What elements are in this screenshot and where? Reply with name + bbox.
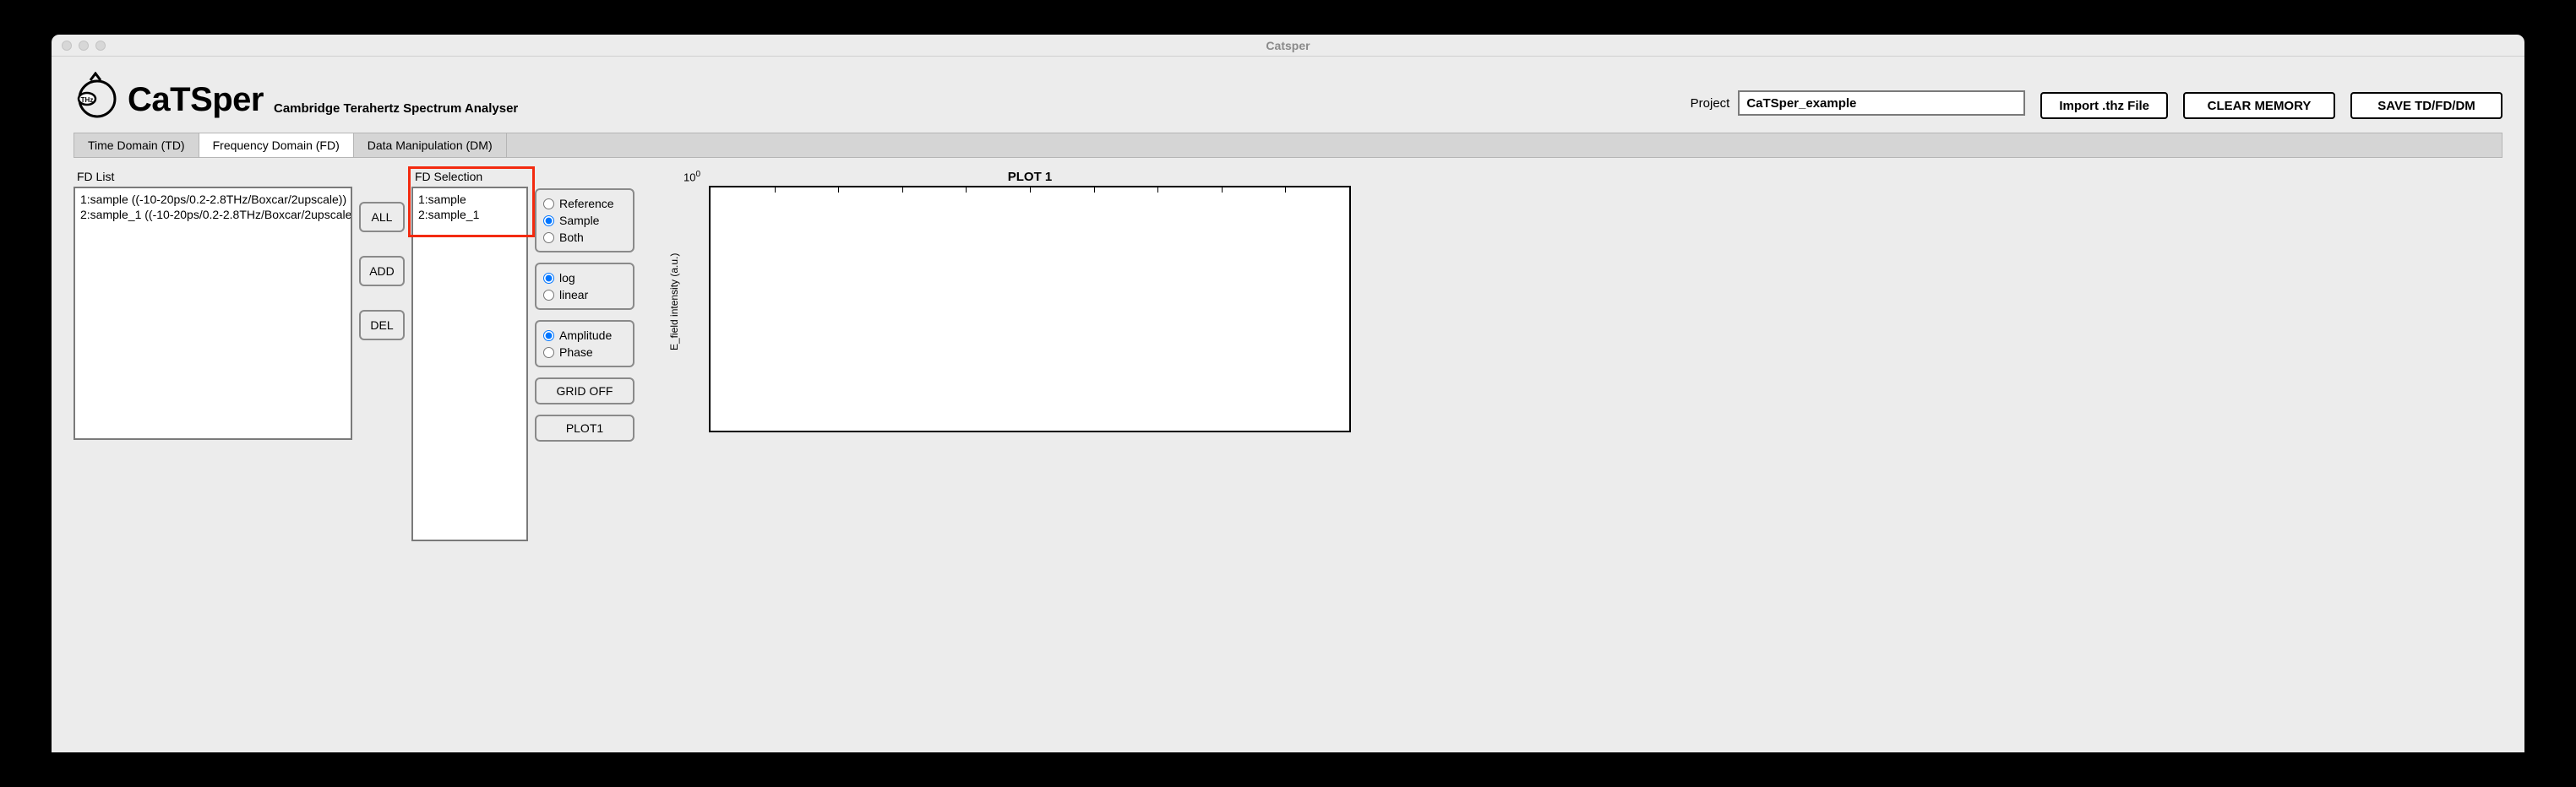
plot1-button[interactable]: PLOT1 xyxy=(535,415,634,442)
fd-selection-box[interactable]: 1:sample 2:sample_1 xyxy=(411,187,528,541)
plot1-ylabel: E_field intensity (a.u.) xyxy=(667,187,680,415)
plot1-ytick: 100 xyxy=(683,170,700,183)
project-label: Project xyxy=(1691,96,1730,111)
fd-list-box[interactable]: 1:sample ((-10-20ps/0.2-2.8THz/Boxcar/2u… xyxy=(74,187,352,440)
list-item[interactable]: 1:sample xyxy=(417,192,523,207)
radio-phase[interactable]: Phase xyxy=(543,344,626,361)
plot1-title: PLOT 1 xyxy=(1008,170,1053,184)
window-title: Catsper xyxy=(1266,39,1310,52)
plot1-top-ticks xyxy=(711,187,1349,194)
domain-tabs: Time Domain (TD) Frequency Domain (FD) D… xyxy=(74,133,2502,158)
svg-text:THz: THz xyxy=(81,96,94,104)
list-item[interactable]: 2:sample_1 ((-10-20ps/0.2-2.8THz/Boxcar/… xyxy=(79,207,347,222)
all-button[interactable]: ALL xyxy=(359,202,405,232)
clear-memory-button[interactable]: CLEAR MEMORY xyxy=(2183,92,2335,119)
fd-list-column: FD List 1:sample ((-10-20ps/0.2-2.8THz/B… xyxy=(74,170,352,440)
app-window: Catsper THz CaTSper Cambridge Terahertz … xyxy=(51,34,2525,753)
del-button[interactable]: DEL xyxy=(359,310,405,340)
titlebar: Catsper xyxy=(52,35,2524,57)
radio-both[interactable]: Both xyxy=(543,229,626,246)
grid-toggle-button[interactable]: GRID OFF xyxy=(535,377,634,404)
traffic-lights xyxy=(52,41,106,51)
add-button[interactable]: ADD xyxy=(359,256,405,286)
fd-list-buttons: ALL ADD DEL xyxy=(359,170,405,340)
list-item[interactable]: 1:sample ((-10-20ps/0.2-2.8THz/Boxcar/2u… xyxy=(79,192,347,207)
header: THz CaTSper Cambridge Terahertz Spectrum… xyxy=(52,57,2524,119)
yaxis-radio-group: Amplitude Phase xyxy=(535,320,634,367)
scale-radio-group: log linear xyxy=(535,263,634,310)
plot1-col: PLOT 1 xyxy=(709,170,1351,432)
project-input[interactable] xyxy=(1738,90,2025,116)
app-name: CaTSper xyxy=(128,81,264,119)
project-row: Project xyxy=(1691,90,2026,119)
plot1-yscale: 100 xyxy=(683,170,705,416)
zoom-icon[interactable] xyxy=(95,41,106,51)
minimize-icon[interactable] xyxy=(79,41,89,51)
fd-selection-label: FD Selection xyxy=(411,170,528,187)
save-td-fd-dm-button[interactable]: SAVE TD/FD/DM xyxy=(2350,92,2502,119)
plot-options-column: Reference Sample Both log linear Amplitu… xyxy=(535,170,634,442)
fd-list-label: FD List xyxy=(74,170,352,187)
plot1-wrap: E_field intensity (a.u.) 100 PLOT 1 xyxy=(641,170,1351,432)
radio-log[interactable]: log xyxy=(543,269,626,286)
fd-content: FD List 1:sample ((-10-20ps/0.2-2.8THz/B… xyxy=(52,158,2524,558)
close-icon[interactable] xyxy=(62,41,72,51)
list-item[interactable]: 2:sample_1 xyxy=(417,207,523,222)
radio-linear[interactable]: linear xyxy=(543,286,626,303)
fd-selection-column: FD Selection 1:sample 2:sample_1 xyxy=(411,170,528,541)
tab-data-manipulation[interactable]: Data Manipulation (DM) xyxy=(354,133,507,157)
catsper-logo-icon: THz xyxy=(74,72,121,119)
source-radio-group: Reference Sample Both xyxy=(535,188,634,252)
app-logo: THz CaTSper Cambridge Terahertz Spectrum… xyxy=(74,72,518,119)
tab-frequency-domain[interactable]: Frequency Domain (FD) xyxy=(199,133,354,157)
plot1-canvas[interactable] xyxy=(709,186,1351,432)
import-thz-button[interactable]: Import .thz File xyxy=(2040,92,2168,119)
radio-sample[interactable]: Sample xyxy=(543,212,626,229)
radio-amplitude[interactable]: Amplitude xyxy=(543,327,626,344)
radio-reference[interactable]: Reference xyxy=(543,195,626,212)
tab-time-domain[interactable]: Time Domain (TD) xyxy=(74,133,199,157)
app-subtitle: Cambridge Terahertz Spectrum Analyser xyxy=(274,101,518,119)
